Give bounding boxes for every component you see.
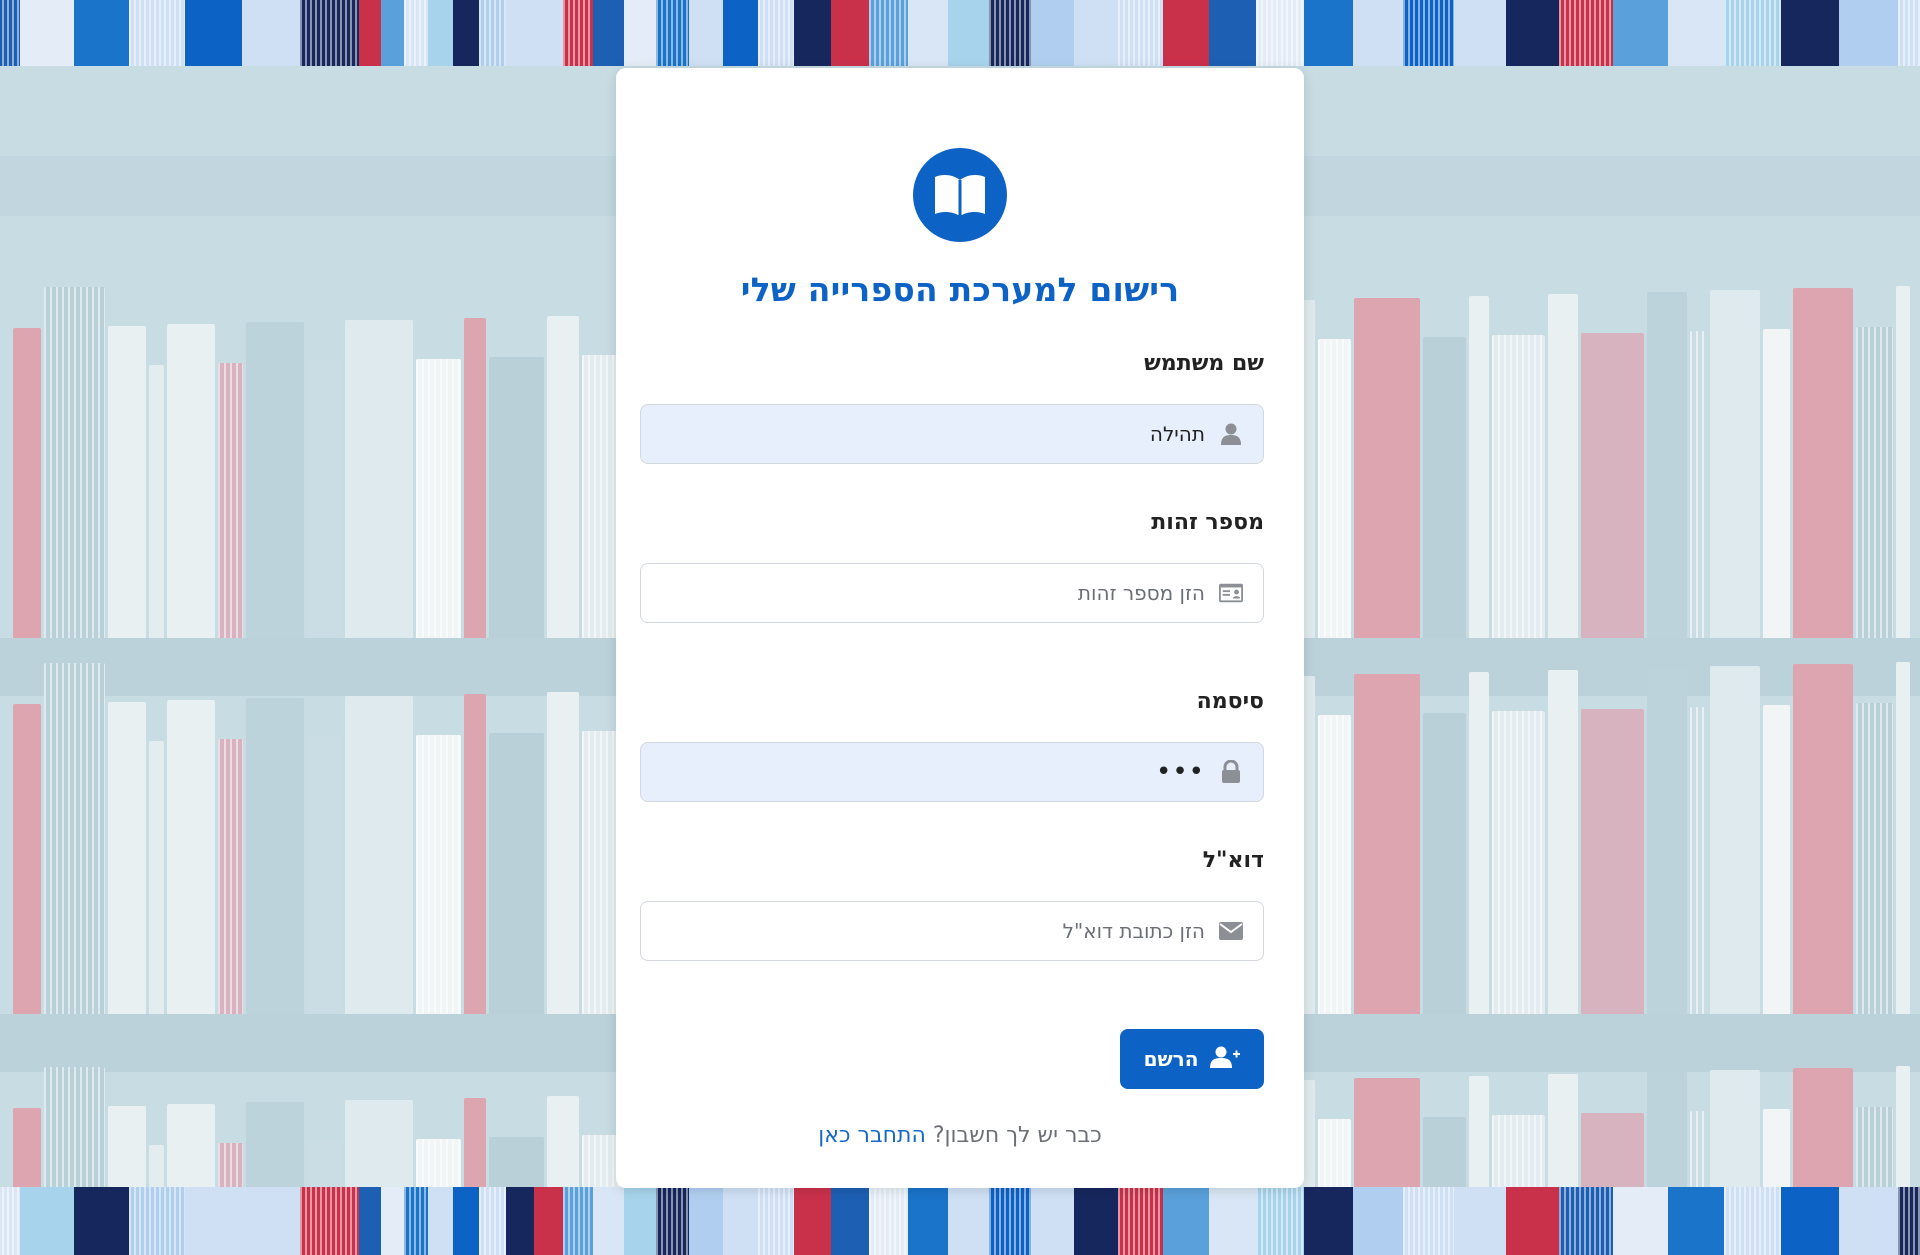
registration-card: רישום למערכת הספרייה שלי שם משתמש מספר ז… <box>616 68 1304 1188</box>
user-plus-icon <box>1210 1046 1241 1073</box>
email-input[interactable] <box>661 919 1205 943</box>
password-label: סיסמה <box>1196 689 1264 714</box>
id-number-input-wrapper[interactable] <box>640 563 1264 623</box>
login-prompt: כבר יש לך חשבון? התחבר כאן <box>656 1123 1264 1148</box>
id-number-label: מספר זהות <box>1151 510 1264 535</box>
password-field-group: סיסמה ••• <box>640 689 1264 802</box>
email-label: דוא"ל <box>1202 848 1264 873</box>
registration-form: שם משתמש מספר זהות סיסמה <box>640 351 1264 1148</box>
login-link[interactable]: התחבר כאן <box>818 1123 926 1148</box>
bottom-book-strip <box>0 1187 1920 1255</box>
username-input[interactable] <box>661 422 1205 446</box>
page-title: רישום למערכת הספרייה שלי <box>740 270 1180 309</box>
id-number-input[interactable] <box>661 581 1205 605</box>
register-button-label: הרשם <box>1143 1047 1199 1071</box>
button-row: הרשם <box>656 1029 1264 1089</box>
id-card-icon <box>1219 581 1243 605</box>
login-prompt-text: כבר יש לך חשבון? <box>932 1123 1102 1148</box>
password-input-wrapper[interactable]: ••• <box>640 742 1264 802</box>
email-field-group: דוא"ל <box>640 848 1264 961</box>
user-icon <box>1219 422 1243 446</box>
username-field-group: שם משתמש <box>640 351 1264 464</box>
book-logo-icon <box>913 148 1007 242</box>
lock-icon <box>1219 760 1243 784</box>
top-book-strip <box>0 0 1920 66</box>
username-input-wrapper[interactable] <box>640 404 1264 464</box>
email-input-wrapper[interactable] <box>640 901 1264 961</box>
password-input[interactable]: ••• <box>661 759 1205 785</box>
register-button[interactable]: הרשם <box>1120 1029 1264 1089</box>
username-label: שם משתמש <box>1144 351 1264 376</box>
id-number-field-group: מספר זהות <box>640 510 1264 623</box>
envelope-icon <box>1219 919 1243 943</box>
